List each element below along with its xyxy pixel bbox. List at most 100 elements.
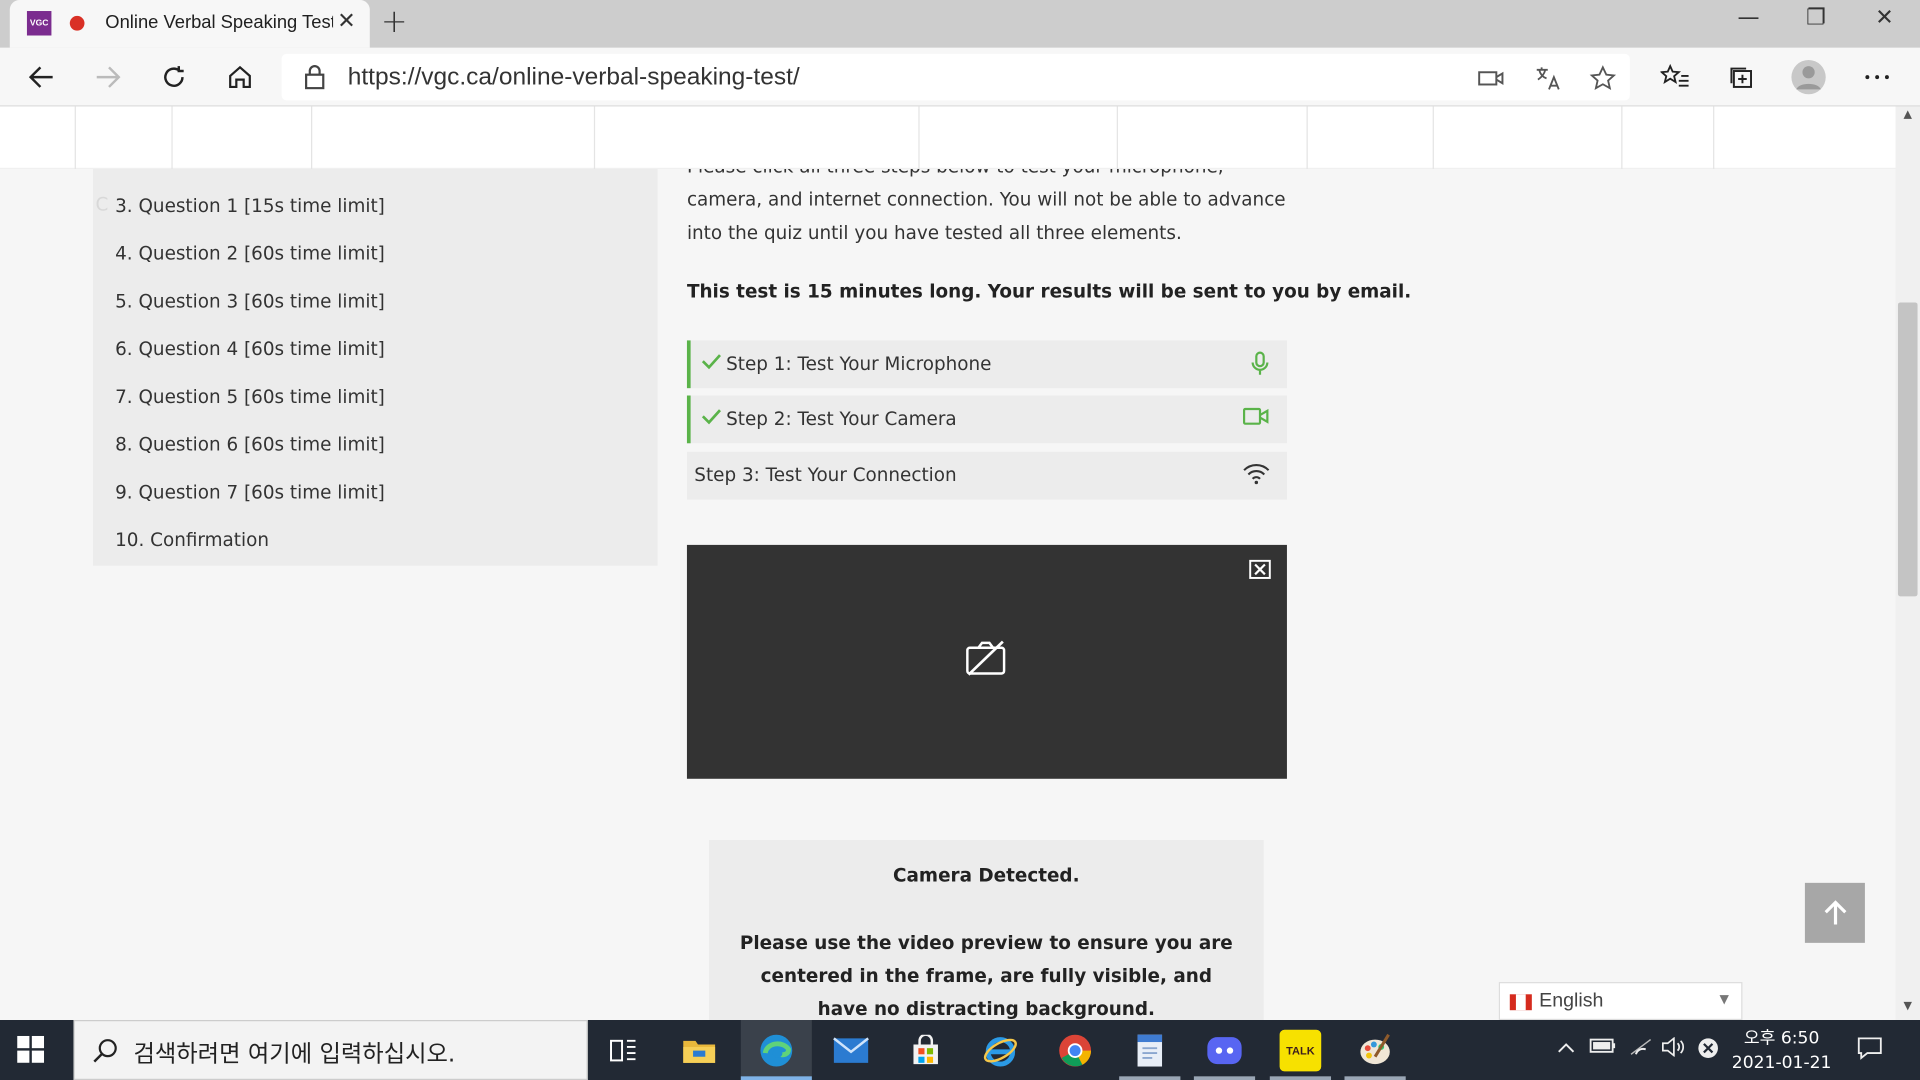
chevron-down-icon: ▼: [1719, 993, 1729, 1007]
favorites-list-button[interactable]: [1656, 58, 1695, 97]
close-preview-icon[interactable]: [1249, 559, 1271, 580]
canada-flag-icon: [1509, 994, 1532, 1011]
sidebar-item-question-2[interactable]: 4. Question 2 [60s time limit]: [115, 242, 385, 264]
nav-divider: [1713, 106, 1715, 169]
collections-button[interactable]: [1722, 58, 1761, 97]
scrollbar-thumb[interactable]: [1897, 302, 1918, 597]
home-icon: [229, 65, 251, 89]
sidebar-item-question-6[interactable]: 8. Question 6 [60s time limit]: [115, 433, 385, 455]
nav-divider: [1306, 106, 1308, 169]
page-scrollbar[interactable]: ▲ ▼: [1895, 106, 1920, 1021]
back-button[interactable]: [22, 58, 61, 97]
url-text: https://vgc.ca/online-verbal-speaking-te…: [347, 63, 800, 91]
taskbar-search-box[interactable]: 검색하려면 여기에 입력하십시오.: [73, 1020, 588, 1080]
sticky-nav-overlay: [0, 106, 1896, 169]
discord-icon[interactable]: [1204, 1030, 1246, 1072]
nav-divider: [311, 106, 313, 169]
clock-date: 2021-01-21: [1731, 1053, 1832, 1073]
paint-app-icon[interactable]: [1354, 1030, 1396, 1072]
browser-tab[interactable]: VGC Online Verbal Speaking Test ✕: [9, 0, 370, 48]
tray-chevron-up-icon[interactable]: [1556, 1037, 1576, 1059]
wifi-icon: [1243, 464, 1270, 485]
clock-time: 오후 6:50: [1743, 1028, 1820, 1049]
step-label: Step 3: Test Your Connection: [694, 464, 957, 487]
edge-browser-icon[interactable]: [756, 1030, 798, 1072]
step-test-camera[interactable]: Step 2: Test Your Camera: [686, 395, 1287, 444]
forward-arrow-icon: [96, 66, 121, 88]
site-favicon-icon: VGC: [26, 11, 52, 36]
sidebar-item-confirmation[interactable]: 10. Confirmation: [115, 529, 269, 551]
scroll-down-icon[interactable]: ▼: [1896, 1000, 1920, 1012]
translate-icon[interactable]: [1533, 64, 1562, 93]
windows-start-icon[interactable]: [17, 1035, 45, 1063]
nav-divider: [1116, 106, 1118, 169]
sidebar-item-question-5[interactable]: 7. Question 5 [60s time limit]: [115, 386, 385, 408]
address-bar[interactable]: https://vgc.ca/online-verbal-speaking-te…: [281, 53, 1630, 101]
tab-close-button[interactable]: ✕: [333, 9, 360, 35]
screen: VGC Online Verbal Speaking Test ✕ + — ❐ …: [0, 0, 1920, 1080]
running-app-indicator: [1119, 1076, 1181, 1080]
window-close-button[interactable]: ✕: [1866, 5, 1903, 31]
video-camera-icon: [1242, 407, 1269, 425]
sidebar-item-question-7[interactable]: 9. Question 7 [60s time limit]: [115, 481, 385, 503]
step-label: Step 1: Test Your Microphone: [726, 352, 992, 375]
home-button[interactable]: [220, 58, 259, 97]
nav-divider: [918, 106, 920, 169]
faded-text: C: [95, 193, 109, 216]
running-app-indicator: [1344, 1076, 1406, 1080]
microphone-icon: [1251, 351, 1269, 375]
new-tab-button[interactable]: +: [377, 4, 411, 41]
camera-permission-icon[interactable]: [1477, 64, 1506, 93]
restore-button[interactable]: ❐: [1798, 5, 1835, 31]
arrow-up-icon: [1823, 899, 1846, 924]
scroll-up-icon[interactable]: ▲: [1896, 109, 1920, 121]
internet-explorer-icon[interactable]: [980, 1030, 1022, 1072]
tab-title: Online Verbal Speaking Test: [105, 12, 334, 34]
nav-divider: [1621, 106, 1623, 169]
more-dots-icon: [1865, 75, 1889, 80]
camera-detected-message: Please use the video preview to ensure y…: [739, 931, 1233, 1021]
forward-button[interactable]: [88, 58, 127, 97]
status-close-icon[interactable]: [1697, 1037, 1719, 1064]
sidebar-item-question-1[interactable]: 3. Question 1 [15s time limit]: [115, 195, 385, 217]
running-app-indicator: [1193, 1076, 1256, 1080]
browser-toolbar: https://vgc.ca/online-verbal-speaking-te…: [0, 47, 1920, 107]
mail-icon[interactable]: [830, 1030, 872, 1072]
system-clock[interactable]: 오후 6:50 2021-01-21: [1727, 1026, 1837, 1075]
microsoft-store-icon[interactable]: [905, 1030, 947, 1072]
refresh-button[interactable]: [154, 58, 193, 97]
network-wifi-icon[interactable]: [1629, 1037, 1653, 1061]
avatar-icon: [1791, 60, 1826, 95]
quiz-steps-sidebar: C 3. Question 1 [15s time limit] 4. Ques…: [93, 168, 658, 566]
lock-icon: [305, 65, 325, 90]
settings-more-button[interactable]: [1858, 58, 1897, 97]
language-label: English: [1539, 990, 1604, 1012]
running-app-indicator: [1269, 1076, 1332, 1080]
sidebar-item-question-3[interactable]: 5. Question 3 [60s time limit]: [115, 290, 385, 312]
test-duration-notice: This test is 15 minutes long. Your resul…: [686, 280, 1412, 303]
kakaotalk-icon[interactable]: TALK: [1279, 1029, 1322, 1072]
chrome-icon[interactable]: [1054, 1030, 1096, 1072]
battery-icon[interactable]: [1589, 1037, 1616, 1059]
search-placeholder: 검색하려면 여기에 입력하십시오.: [133, 1040, 456, 1068]
notification-center-icon[interactable]: [1856, 1036, 1883, 1065]
nav-divider: [1432, 106, 1434, 169]
active-app-indicator: [740, 1076, 812, 1080]
file-explorer-icon[interactable]: [678, 1030, 720, 1072]
favorite-star-icon[interactable]: [1588, 64, 1617, 93]
volume-icon[interactable]: [1660, 1036, 1685, 1061]
minimize-button[interactable]: —: [1730, 5, 1767, 31]
document-app-icon[interactable]: [1129, 1030, 1171, 1072]
nav-divider: [171, 106, 173, 169]
nav-divider: [74, 106, 76, 169]
language-selector[interactable]: English ▼: [1498, 982, 1743, 1021]
step-test-microphone[interactable]: Step 1: Test Your Microphone: [686, 340, 1287, 389]
camera-detected-title: Camera Detected.: [893, 864, 1080, 887]
sidebar-item-question-4[interactable]: 6. Question 4 [60s time limit]: [115, 338, 385, 360]
task-view-icon[interactable]: [602, 1030, 644, 1072]
collections-icon: [1730, 67, 1753, 88]
profile-button[interactable]: [1789, 58, 1828, 97]
back-to-top-button[interactable]: [1804, 882, 1865, 943]
step-test-connection[interactable]: Step 3: Test Your Connection: [686, 451, 1287, 500]
checkmark-icon: [701, 354, 722, 370]
